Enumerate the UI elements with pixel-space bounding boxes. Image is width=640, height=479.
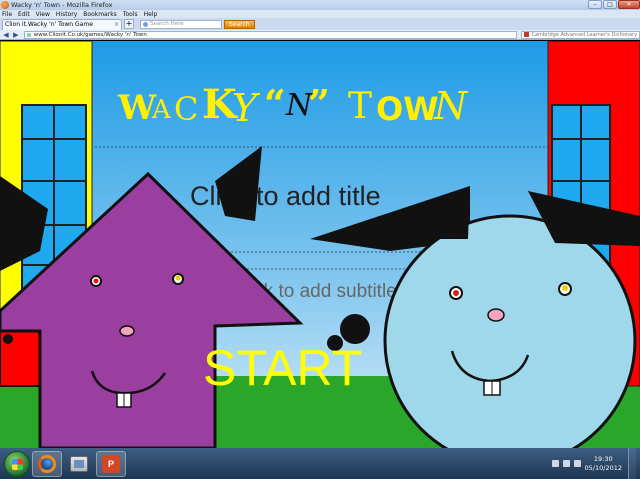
back-button[interactable]: ◀ bbox=[2, 31, 10, 39]
title-letter-t: T bbox=[348, 86, 373, 127]
menu-file[interactable]: File bbox=[2, 11, 12, 18]
taskbar-firefox[interactable] bbox=[32, 450, 62, 477]
window-title: Wacky 'n' Town - Mozilla Firefox bbox=[11, 1, 113, 9]
flag-icon[interactable] bbox=[562, 460, 570, 467]
new-tab-button[interactable]: + bbox=[124, 19, 134, 29]
title-close-quote: ” bbox=[308, 81, 330, 126]
dictionary-search-field[interactable]: Cambridge Advanced Learner's Dictionary bbox=[521, 30, 640, 39]
game-title: W A C K Y “ N ” T OW N bbox=[118, 81, 538, 135]
show-desktop-button[interactable] bbox=[628, 448, 636, 479]
window-controls: – □ ✕ bbox=[587, 0, 640, 10]
start-button[interactable]: START bbox=[203, 339, 362, 397]
dictionary-search-label: Cambridge Advanced Learner's Dictionary bbox=[531, 31, 638, 38]
explorer-icon bbox=[70, 455, 88, 472]
navigation-bar: ◀ ▶ www.Clionit.Co.uk/games/Wacky 'n' To… bbox=[0, 30, 640, 40]
address-url: www.Clionit.Co.uk/games/Wacky 'n' Town bbox=[33, 31, 147, 38]
menu-bar: File Edit View History Bookmarks Tools H… bbox=[0, 10, 640, 18]
firefox-icon bbox=[38, 454, 56, 473]
title-letters-ow: OW bbox=[376, 90, 439, 128]
maximize-button[interactable]: □ bbox=[603, 0, 617, 9]
window-title-bar: Wacky 'n' Town - Mozilla Firefox – □ ✕ bbox=[0, 0, 640, 10]
clock-date: 05/10/2012 bbox=[584, 463, 622, 472]
menu-edit[interactable]: Edit bbox=[18, 11, 30, 18]
dictionary-icon bbox=[524, 32, 530, 37]
title-letter-y: Y bbox=[232, 86, 258, 130]
game-slide: Click to add title Click to add subtitle bbox=[0, 41, 640, 448]
close-button[interactable]: ✕ bbox=[618, 0, 640, 9]
screen: Wacky 'n' Town - Mozilla Firefox – □ ✕ F… bbox=[0, 0, 640, 479]
menu-view[interactable]: View bbox=[36, 11, 50, 18]
menu-bookmarks[interactable]: Bookmarks bbox=[83, 11, 117, 18]
menu-history[interactable]: History bbox=[56, 11, 77, 18]
clock[interactable]: 19:30 05/10/2012 bbox=[585, 455, 622, 473]
tab-label: Clion it.Wacky 'n' Town Game bbox=[5, 21, 93, 28]
minimize-button[interactable]: – bbox=[588, 0, 602, 9]
pebble-3 bbox=[3, 334, 13, 344]
taskbar: P 19:30 05/10/2012 bbox=[0, 448, 640, 479]
taskbar-powerpoint[interactable]: P bbox=[96, 450, 126, 477]
tab-strip: Clion it.Wacky 'n' Town Game × + Search … bbox=[0, 18, 640, 30]
taskbar-explorer[interactable] bbox=[64, 451, 94, 477]
title-open-quote: “ bbox=[264, 81, 286, 126]
windows-start-button[interactable] bbox=[4, 450, 30, 477]
purple-cat bbox=[0, 146, 304, 448]
system-tray: 19:30 05/10/2012 bbox=[551, 448, 640, 479]
title-letter-n-end: N bbox=[434, 84, 468, 128]
title-letter-a: A bbox=[152, 95, 171, 125]
search-icon bbox=[143, 21, 148, 27]
toolbar-search-button[interactable]: Search bbox=[224, 19, 255, 29]
tab-close-icon[interactable]: × bbox=[114, 21, 119, 28]
forward-button[interactable]: ▶ bbox=[12, 31, 20, 39]
site-favicon-icon bbox=[26, 32, 31, 37]
network-icon[interactable] bbox=[551, 460, 559, 467]
volume-icon[interactable] bbox=[573, 460, 581, 467]
tab-game[interactable]: Clion it.Wacky 'n' Town Game × bbox=[2, 18, 122, 30]
toolbar-search-field[interactable]: Search Here bbox=[140, 19, 222, 29]
firefox-app-icon bbox=[1, 1, 9, 9]
menu-help[interactable]: Help bbox=[144, 11, 158, 18]
toolbar-search-placeholder: Search Here bbox=[150, 21, 184, 27]
title-letter-w: W bbox=[118, 88, 157, 128]
address-bar[interactable]: www.Clionit.Co.uk/games/Wacky 'n' Town bbox=[23, 30, 518, 39]
menu-tools[interactable]: Tools bbox=[123, 11, 138, 18]
powerpoint-icon: P bbox=[102, 454, 120, 473]
title-letter-c: C bbox=[174, 90, 199, 128]
clock-time: 19:30 bbox=[593, 454, 613, 463]
